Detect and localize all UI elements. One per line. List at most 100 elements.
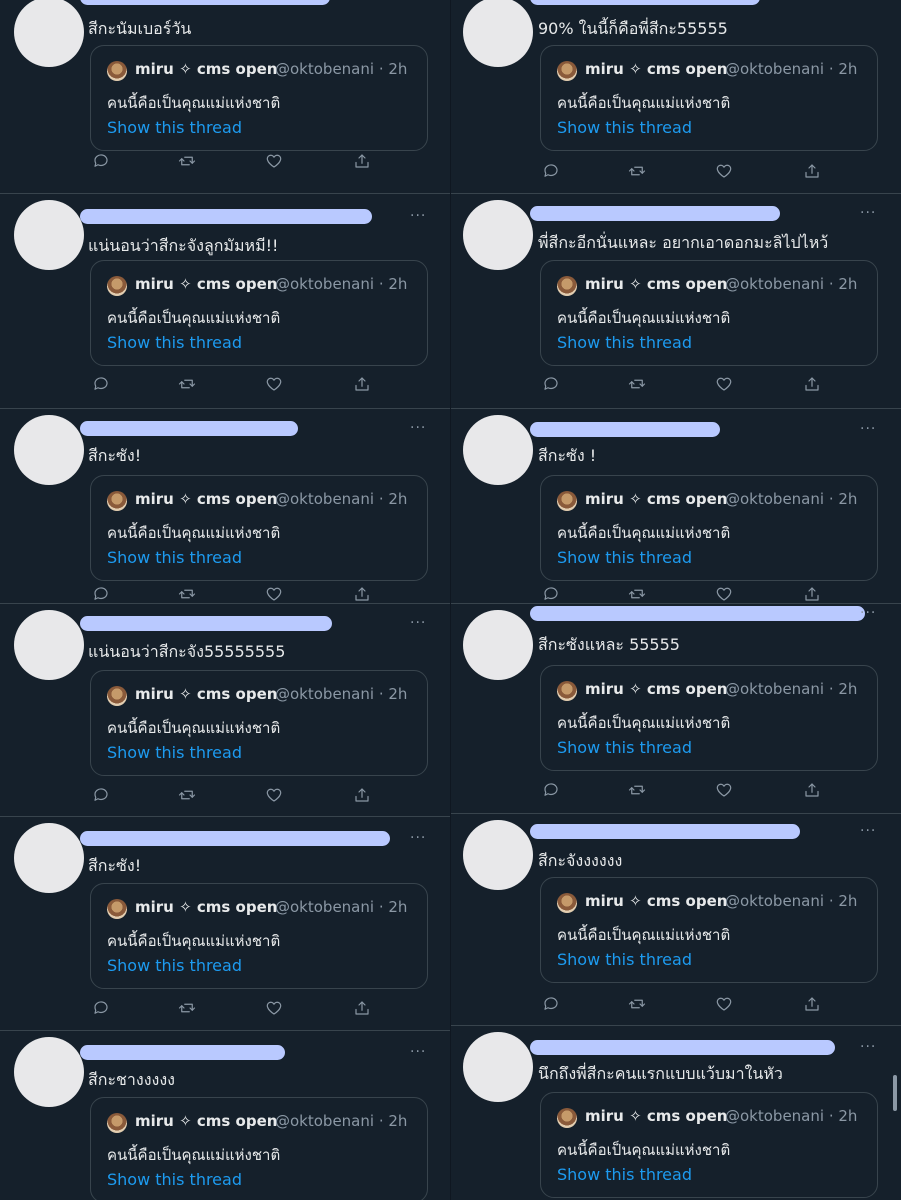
avatar[interactable] — [14, 1037, 84, 1107]
like-icon[interactable] — [263, 373, 285, 395]
share-icon[interactable] — [351, 784, 373, 806]
quoted-tweet[interactable]: miru ✧ cms open @oktobenani · 2h คนนี้คือเ… — [90, 1097, 428, 1200]
more-options-icon[interactable]: ··· — [860, 206, 876, 220]
quoted-tweet[interactable]: miru ✧ cms open @oktobenani · 2h คนนี้คือเ… — [540, 475, 878, 581]
show-thread-link[interactable]: Show this thread — [107, 956, 242, 975]
more-options-icon[interactable]: ··· — [410, 209, 426, 223]
avatar[interactable] — [463, 415, 533, 485]
quoted-tweet[interactable]: miru ✧ cms open @oktobenani · 2h คนนี้คือเ… — [540, 877, 878, 983]
avatar[interactable] — [463, 820, 533, 890]
show-thread-link[interactable]: Show this thread — [107, 1170, 242, 1189]
tweet[interactable]: ··· แน่นอนว่าสีกะจังลูกมัมหมี!! miru ✧ cms… — [0, 193, 450, 408]
more-options-icon[interactable]: ··· — [860, 824, 876, 838]
tweet[interactable]: ··· นึกถึงพี่สีกะคนแรกแบบแว้บมาในหัว miru … — [451, 1025, 901, 1200]
retweet-icon[interactable] — [626, 373, 648, 395]
reply-icon[interactable] — [90, 784, 112, 806]
quoted-author-name[interactable]: miru ✧ cms open — [585, 892, 727, 910]
quoted-tweet[interactable]: miru ✧ cms open @oktobenani · 2h คนนี้คือเ… — [90, 475, 428, 581]
reply-icon[interactable] — [90, 150, 112, 172]
like-icon[interactable] — [263, 583, 285, 603]
show-thread-link[interactable]: Show this thread — [107, 333, 242, 352]
quoted-tweet[interactable]: miru ✧ cms open @oktobenani · 2h คนนี้คือเ… — [90, 883, 428, 989]
share-icon[interactable] — [351, 583, 373, 603]
show-thread-link[interactable]: Show this thread — [557, 333, 692, 352]
retweet-icon[interactable] — [626, 583, 648, 603]
retweet-icon[interactable] — [626, 779, 648, 801]
avatar[interactable] — [463, 200, 533, 270]
retweet-icon[interactable] — [626, 993, 648, 1015]
quoted-author-name[interactable]: miru ✧ cms open — [135, 1112, 277, 1130]
tweet[interactable]: ··· สีกะซังแหละ 55555 miru ✧ cms open @okto… — [451, 603, 901, 813]
quoted-tweet[interactable]: miru ✧ cms open @oktobenani · 2h คนนี้คือเ… — [540, 665, 878, 771]
quoted-tweet[interactable]: miru ✧ cms open @oktobenani · 2h คนนี้คือเ… — [90, 260, 428, 366]
show-thread-link[interactable]: Show this thread — [107, 118, 242, 137]
quoted-author-name[interactable]: miru ✧ cms open — [585, 275, 727, 293]
scrollbar-thumb[interactable] — [893, 1075, 897, 1111]
quoted-tweet[interactable]: miru ✧ cms open @oktobenani · 2h คนนี้คือเ… — [90, 45, 428, 151]
quoted-author-name[interactable]: miru ✧ cms open — [585, 1107, 727, 1125]
reply-icon[interactable] — [90, 373, 112, 395]
show-thread-link[interactable]: Show this thread — [557, 950, 692, 969]
reply-icon[interactable] — [90, 997, 112, 1019]
share-icon[interactable] — [351, 373, 373, 395]
avatar[interactable] — [463, 610, 533, 680]
show-thread-link[interactable]: Show this thread — [557, 1165, 692, 1184]
retweet-icon[interactable] — [176, 784, 198, 806]
avatar[interactable] — [14, 200, 84, 270]
quoted-author-name[interactable]: miru ✧ cms open — [135, 685, 277, 703]
quoted-author-name[interactable]: miru ✧ cms open — [135, 490, 277, 508]
like-icon[interactable] — [713, 160, 735, 182]
reply-icon[interactable] — [540, 993, 562, 1015]
quoted-author-name[interactable]: miru ✧ cms open — [585, 490, 727, 508]
reply-icon[interactable] — [540, 779, 562, 801]
tweet[interactable]: ··· สีกะจังงงงงง miru ✧ cms open @oktobenan… — [451, 813, 901, 1025]
retweet-icon[interactable] — [626, 160, 648, 182]
reply-icon[interactable] — [90, 583, 112, 603]
show-thread-link[interactable]: Show this thread — [557, 738, 692, 757]
share-icon[interactable] — [351, 150, 373, 172]
tweet[interactable]: สีกะนัมเบอร์วัน miru ✧ cms open @oktobenan… — [0, 0, 450, 193]
show-thread-link[interactable]: Show this thread — [557, 118, 692, 137]
like-icon[interactable] — [713, 583, 735, 603]
retweet-icon[interactable] — [176, 373, 198, 395]
more-options-icon[interactable]: ··· — [410, 616, 426, 630]
more-options-icon[interactable]: ··· — [410, 831, 426, 845]
share-icon[interactable] — [801, 993, 823, 1015]
like-icon[interactable] — [263, 997, 285, 1019]
tweet[interactable]: ··· สีกะชางงงงง miru ✧ cms open @oktobenani… — [0, 1030, 450, 1200]
show-thread-link[interactable]: Show this thread — [557, 548, 692, 567]
quoted-tweet[interactable]: miru ✧ cms open @oktobenani · 2h คนนี้คือเ… — [90, 670, 428, 776]
tweet[interactable]: 90% ในนี้ก็คือพี่สีกะ55555 miru ✧ cms ope… — [451, 0, 901, 193]
avatar[interactable] — [463, 1032, 533, 1102]
show-thread-link[interactable]: Show this thread — [107, 548, 242, 567]
quoted-tweet[interactable]: miru ✧ cms open @oktobenani · 2h คนนี้คือเ… — [540, 45, 878, 151]
avatar[interactable] — [463, 0, 533, 67]
reply-icon[interactable] — [540, 583, 562, 603]
share-icon[interactable] — [801, 160, 823, 182]
show-thread-link[interactable]: Show this thread — [107, 743, 242, 762]
more-options-icon[interactable]: ··· — [410, 1045, 426, 1059]
quoted-author-name[interactable]: miru ✧ cms open — [135, 60, 277, 78]
tweet[interactable]: ··· สีกะซัง! miru ✧ cms open @oktobenani · … — [0, 816, 450, 1030]
quoted-author-name[interactable]: miru ✧ cms open — [135, 275, 277, 293]
more-options-icon[interactable]: ··· — [410, 421, 426, 435]
avatar[interactable] — [14, 610, 84, 680]
tweet[interactable]: ··· พี่สีกะอีกนั่นแหละ อยากเอาดอกมะลิไปไห… — [451, 193, 901, 408]
quoted-tweet[interactable]: miru ✧ cms open @oktobenani · 2h คนนี้คือเ… — [540, 260, 878, 366]
share-icon[interactable] — [801, 583, 823, 603]
tweet[interactable]: ··· สีกะซัง ! miru ✧ cms open @oktobenani ·… — [451, 408, 901, 603]
reply-icon[interactable] — [540, 160, 562, 182]
quoted-tweet[interactable]: miru ✧ cms open @oktobenani · 2h คนนี้คือเ… — [540, 1092, 878, 1198]
like-icon[interactable] — [713, 373, 735, 395]
avatar[interactable] — [14, 415, 84, 485]
share-icon[interactable] — [351, 997, 373, 1019]
like-icon[interactable] — [713, 779, 735, 801]
retweet-icon[interactable] — [176, 583, 198, 603]
avatar[interactable] — [14, 823, 84, 893]
share-icon[interactable] — [801, 373, 823, 395]
quoted-author-name[interactable]: miru ✧ cms open — [585, 60, 727, 78]
retweet-icon[interactable] — [176, 997, 198, 1019]
quoted-author-name[interactable]: miru ✧ cms open — [135, 898, 277, 916]
more-options-icon[interactable]: ··· — [860, 606, 876, 620]
share-icon[interactable] — [801, 779, 823, 801]
